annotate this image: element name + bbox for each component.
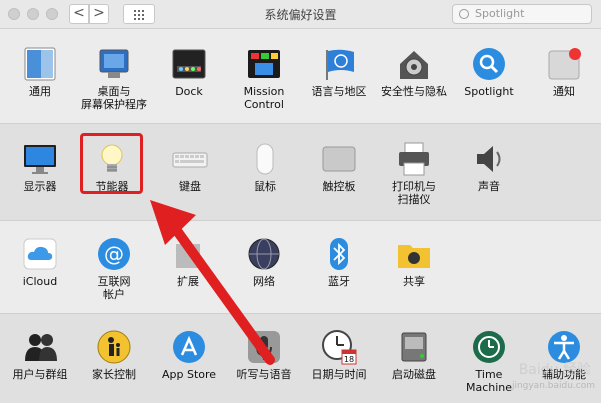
pref-spotlight[interactable]: Spotlight bbox=[451, 46, 527, 98]
pref-keyboard[interactable]: 键盘 bbox=[152, 141, 228, 193]
pref-label: 家长控制 bbox=[92, 368, 136, 381]
pref-app-store[interactable]: App Store bbox=[151, 329, 227, 381]
pref-dictation[interactable]: 听写与语音 bbox=[226, 329, 302, 381]
puzzle-icon bbox=[170, 236, 206, 272]
pref-label: 打印机与 扫描仪 bbox=[392, 180, 436, 206]
pref-label: iCloud bbox=[22, 275, 58, 288]
users-icon bbox=[22, 329, 58, 365]
pref-label: 扩展 bbox=[177, 275, 199, 288]
pref-label: 互联网 帐户 bbox=[97, 275, 131, 301]
pref-label: 通用 bbox=[29, 85, 51, 98]
app-store-icon bbox=[171, 329, 207, 365]
display-icon bbox=[22, 141, 58, 177]
pref-language[interactable]: 语言与地区 bbox=[301, 46, 377, 98]
hard-drive-icon bbox=[396, 329, 432, 365]
at-sign-icon: @ bbox=[96, 236, 132, 272]
clock-calendar-icon: 18 bbox=[321, 329, 357, 365]
pref-label: 用户与群组 bbox=[12, 368, 68, 381]
pref-printers[interactable]: 打印机与 扫描仪 bbox=[376, 141, 452, 206]
pref-label: 语言与地区 bbox=[311, 85, 367, 98]
time-machine-icon bbox=[471, 329, 507, 365]
search-icon bbox=[459, 9, 469, 19]
keyboard-icon bbox=[172, 141, 208, 177]
pref-parental-controls[interactable]: 家长控制 bbox=[76, 329, 152, 381]
pref-label: 蓝牙 bbox=[328, 275, 350, 288]
parental-controls-icon bbox=[96, 329, 132, 365]
pref-icloud[interactable]: iCloud bbox=[2, 236, 78, 288]
icloud-icon bbox=[22, 236, 58, 272]
pref-desktop[interactable]: 桌面与 屏幕保护程序 bbox=[76, 46, 152, 111]
pref-mouse[interactable]: 鼠标 bbox=[227, 141, 303, 193]
spotlight-icon bbox=[471, 46, 507, 82]
pref-sharing[interactable]: 共享 bbox=[376, 236, 452, 288]
trackpad-icon bbox=[321, 141, 357, 177]
pref-security[interactable]: 安全性与隐私 bbox=[376, 46, 452, 98]
dock-icon bbox=[171, 46, 207, 82]
notifications-icon bbox=[546, 46, 582, 82]
pref-startup-disk[interactable]: 启动磁盘 bbox=[376, 329, 452, 381]
globe-icon bbox=[246, 236, 282, 272]
mouse-icon bbox=[247, 141, 283, 177]
pref-label: App Store bbox=[161, 368, 217, 381]
desktop-icon bbox=[96, 46, 132, 82]
pref-mission-control[interactable]: Mission Control bbox=[226, 46, 302, 111]
general-icon bbox=[22, 46, 58, 82]
pref-internet-accounts[interactable]: @ 互联网 帐户 bbox=[76, 236, 152, 301]
search-placeholder: Spotlight bbox=[475, 7, 525, 20]
pref-label: 日期与时间 bbox=[311, 368, 367, 381]
pref-label: 听写与语音 bbox=[236, 368, 292, 381]
pref-label: 启动磁盘 bbox=[392, 368, 436, 381]
pref-notifications[interactable]: 通知 bbox=[526, 46, 601, 98]
svg-text:@: @ bbox=[104, 242, 124, 266]
pref-label: 鼠标 bbox=[254, 180, 276, 193]
pref-label: 共享 bbox=[403, 275, 425, 288]
language-flag-icon bbox=[321, 46, 357, 82]
pref-label: 显示器 bbox=[23, 180, 57, 193]
pref-label: 触控板 bbox=[322, 180, 356, 193]
pref-label: 键盘 bbox=[179, 180, 201, 193]
pref-sound[interactable]: 声音 bbox=[451, 141, 527, 193]
pref-network[interactable]: 网络 bbox=[226, 236, 302, 288]
pref-label: Dock bbox=[175, 85, 203, 98]
pref-dock[interactable]: Dock bbox=[151, 46, 227, 98]
pref-date-time[interactable]: 18 日期与时间 bbox=[301, 329, 377, 381]
calendar-day: 18 bbox=[344, 355, 354, 364]
energy-saver-highlight-box bbox=[80, 133, 143, 194]
title-bar: < > 系统偏好设置 Spotlight bbox=[0, 0, 601, 29]
sharing-folder-icon bbox=[396, 236, 432, 272]
bluetooth-icon bbox=[321, 236, 357, 272]
search-input[interactable]: Spotlight bbox=[452, 4, 592, 24]
pref-label: Spotlight bbox=[464, 85, 514, 98]
watermark-url: jingyan.baidu.com bbox=[511, 381, 595, 391]
pref-label: 安全性与隐私 bbox=[381, 85, 447, 98]
house-lock-icon bbox=[396, 46, 432, 82]
pref-extensions[interactable]: 扩展 bbox=[150, 236, 226, 288]
pref-bluetooth[interactable]: 蓝牙 bbox=[301, 236, 377, 288]
pref-label: 通知 bbox=[553, 85, 575, 98]
pref-label: 声音 bbox=[478, 180, 500, 193]
pref-label: 网络 bbox=[253, 275, 275, 288]
pref-users[interactable]: 用户与群组 bbox=[2, 329, 78, 381]
microphone-icon bbox=[246, 329, 282, 365]
watermark: Baidu 经验 bbox=[518, 362, 591, 378]
pref-general[interactable]: 通用 bbox=[2, 46, 78, 98]
pref-trackpad[interactable]: 触控板 bbox=[301, 141, 377, 193]
speaker-icon bbox=[471, 141, 507, 177]
pref-label: Mission Control bbox=[243, 85, 285, 111]
mission-control-icon bbox=[246, 46, 282, 82]
pref-displays[interactable]: 显示器 bbox=[2, 141, 78, 193]
pref-label: 桌面与 屏幕保护程序 bbox=[81, 85, 147, 111]
printer-icon bbox=[396, 141, 432, 177]
